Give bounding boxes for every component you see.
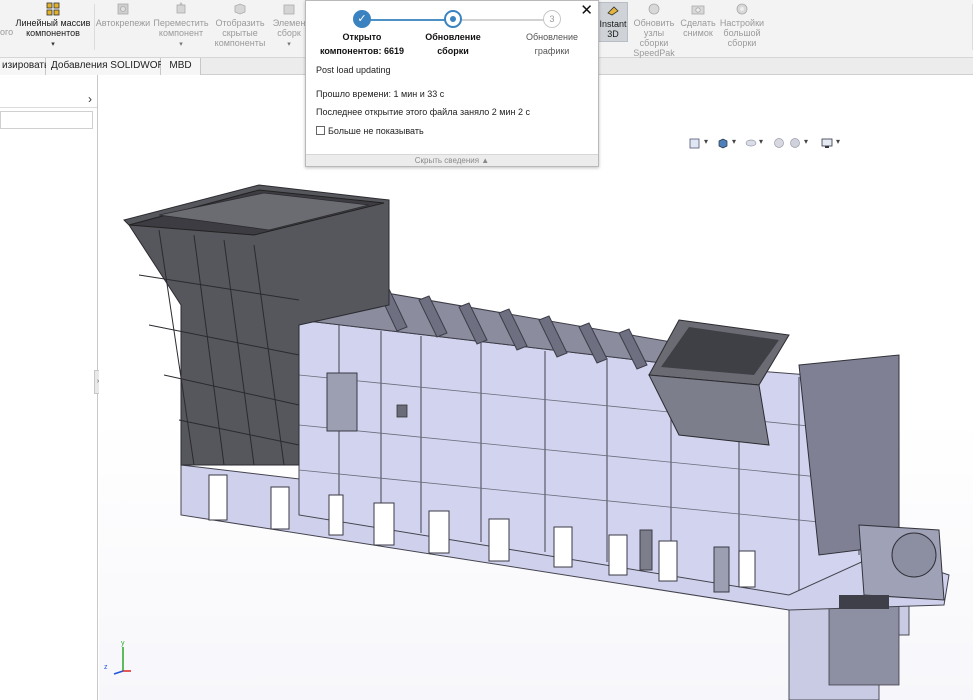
show-hidden-components-button[interactable]: Отобразить скрытые компоненты bbox=[212, 2, 268, 48]
hide-show-items-icon[interactable] bbox=[745, 137, 757, 149]
update-speedpak-label-2: узлы bbox=[643, 28, 665, 38]
heads-up-view-toolbar: ▾ ▾ ▾ ▾ ▾ bbox=[689, 137, 859, 151]
assembly-features-dropdown-icon[interactable]: ▾ bbox=[272, 40, 306, 50]
move-component-button[interactable]: Переместить компонент ▾ bbox=[152, 2, 210, 50]
apply-scene-icon[interactable] bbox=[789, 137, 801, 149]
dont-show-again-checkbox[interactable] bbox=[316, 126, 325, 135]
hide-details-label: Скрыть сведения ▲ bbox=[414, 156, 490, 165]
step-label-2: компонентов: 6619 bbox=[319, 46, 405, 56]
elapsed-time-text: Прошло времени: 1 мин и 33 с bbox=[316, 89, 445, 99]
progress-step-update-assembly: Обновление сборки bbox=[403, 10, 503, 56]
ribbon-separator bbox=[94, 4, 95, 50]
move-component-label-1: Переместить bbox=[153, 18, 209, 28]
dont-show-again-row[interactable]: Больше не показывать bbox=[316, 126, 424, 136]
tab-evaluate[interactable]: изировать bbox=[0, 58, 50, 75]
chevron-right-icon[interactable]: › bbox=[88, 92, 92, 106]
update-speedpak-label-4: SpeedPak bbox=[633, 48, 675, 58]
progress-step-open-components: ✓ Открыто компонентов: 6619 bbox=[312, 10, 412, 56]
step-label-2: сборки bbox=[437, 46, 469, 56]
step-label-1: Открыто bbox=[342, 32, 382, 42]
large-assembly-label-2: большой bbox=[723, 28, 761, 38]
move-component-icon bbox=[176, 2, 186, 14]
show-hidden-label-3: компоненты bbox=[214, 38, 266, 48]
chevron-down-icon[interactable]: ▾ bbox=[704, 137, 708, 146]
linear-pattern-button[interactable]: Линейный массив компонентов ▾ bbox=[14, 2, 92, 50]
show-hidden-label-2: скрытые bbox=[222, 28, 258, 38]
check-icon: ✓ bbox=[353, 10, 371, 28]
snapshot-label-2: снимок bbox=[683, 28, 713, 38]
step-label-2: графики bbox=[534, 46, 570, 56]
tab-label: MBD bbox=[169, 60, 192, 71]
feature-manager-panel: › bbox=[0, 75, 98, 700]
camera-icon bbox=[691, 5, 705, 15]
assembly-load-progress-dialog: ✕ ✓ Открыто компонентов: 6619 Обновление… bbox=[305, 0, 599, 167]
tab-label: Добавления SOLIDWORKS bbox=[51, 60, 179, 71]
tab-mbd[interactable]: MBD bbox=[161, 58, 201, 75]
assembly-model bbox=[123, 184, 950, 700]
display-style-icon[interactable] bbox=[717, 137, 729, 149]
instant3d-icon bbox=[607, 6, 619, 16]
chevron-down-icon[interactable]: ▾ bbox=[732, 137, 736, 146]
chevron-down-icon[interactable]: ▾ bbox=[759, 137, 763, 146]
assembly-features-button[interactable]: Элемен сборк ▾ bbox=[272, 2, 306, 50]
step-label-1: Обновление bbox=[526, 32, 578, 42]
linear-pattern-label-2: компонентов bbox=[26, 28, 80, 38]
linear-pattern-label-1: Линейный массив bbox=[15, 18, 91, 28]
load-status-text: Post load updating bbox=[316, 65, 391, 75]
assembly-features-label-1: Элемен bbox=[272, 18, 306, 28]
triad-y-label: y bbox=[121, 640, 125, 647]
update-speedpak-label-3: сборки bbox=[639, 38, 669, 48]
tab-label: изировать bbox=[2, 60, 50, 71]
assembly-features-icon bbox=[283, 4, 295, 15]
show-hidden-icon bbox=[234, 3, 246, 15]
update-speedpak-button[interactable]: Обновить узлы сборки SpeedPak bbox=[630, 2, 678, 58]
current-step-icon bbox=[444, 10, 462, 28]
triad-z-label: z bbox=[104, 664, 108, 671]
snapshot-button[interactable]: Сделать снимок bbox=[678, 2, 718, 38]
large-assembly-icon bbox=[736, 3, 748, 15]
snapshot-label-1: Сделать bbox=[680, 18, 716, 28]
view-settings-icon[interactable] bbox=[821, 137, 833, 149]
view-orientation-icon[interactable] bbox=[689, 137, 701, 149]
pending-step-icon: 3 bbox=[543, 10, 561, 28]
chevron-down-icon[interactable]: ▾ bbox=[836, 137, 840, 146]
instant3d-label-2: 3D bbox=[607, 29, 619, 39]
move-component-dropdown-icon[interactable]: ▾ bbox=[152, 40, 210, 50]
feature-manager-header: › bbox=[0, 91, 97, 108]
large-assembly-label-3: сборки bbox=[727, 38, 757, 48]
instant3d-button[interactable]: Instant 3D bbox=[598, 2, 628, 42]
hide-details-button[interactable]: Скрыть сведения ▲ bbox=[306, 154, 598, 166]
move-component-label-2: компонент bbox=[158, 28, 204, 38]
step-label-1: Обновление bbox=[425, 32, 481, 42]
autofasteners-icon bbox=[117, 3, 129, 15]
update-speedpak-icon bbox=[648, 3, 660, 15]
large-assembly-label-1: Настройки bbox=[719, 18, 765, 28]
autofasteners-label: Автокрепежи bbox=[95, 18, 151, 28]
feature-filter-input[interactable] bbox=[0, 111, 93, 129]
linear-pattern-dropdown-icon[interactable]: ▾ bbox=[14, 40, 92, 50]
last-open-duration-text: Последнее открытие этого файла заняло 2 … bbox=[316, 107, 531, 117]
chevron-down-icon[interactable]: ▾ bbox=[804, 137, 808, 146]
ribbon-partial-button[interactable]: ого bbox=[0, 27, 14, 37]
progress-step-update-graphics: 3 Обновление графики bbox=[502, 10, 602, 56]
linear-pattern-icon bbox=[46, 2, 60, 16]
show-hidden-label-1: Отобразить bbox=[215, 18, 265, 28]
instant3d-label-1: Instant bbox=[599, 19, 627, 29]
dont-show-again-label: Больше не показывать bbox=[328, 126, 424, 136]
autofasteners-button[interactable]: Автокрепежи bbox=[94, 2, 152, 28]
graphics-viewport[interactable]: ▾ ▾ ▾ ▾ ▾ y z bbox=[99, 75, 973, 700]
tab-solidworks-addins[interactable]: Добавления SOLIDWORKS bbox=[46, 58, 178, 75]
edit-appearance-icon[interactable] bbox=[773, 137, 785, 149]
reference-triad: y z bbox=[104, 640, 131, 675]
assembly-features-label-2: сборк bbox=[277, 28, 301, 38]
ribbon-partial-label: ого bbox=[0, 27, 14, 37]
large-assembly-settings-button[interactable]: Настройки большой сборки bbox=[718, 2, 766, 48]
update-speedpak-label-1: Обновить bbox=[633, 18, 675, 28]
